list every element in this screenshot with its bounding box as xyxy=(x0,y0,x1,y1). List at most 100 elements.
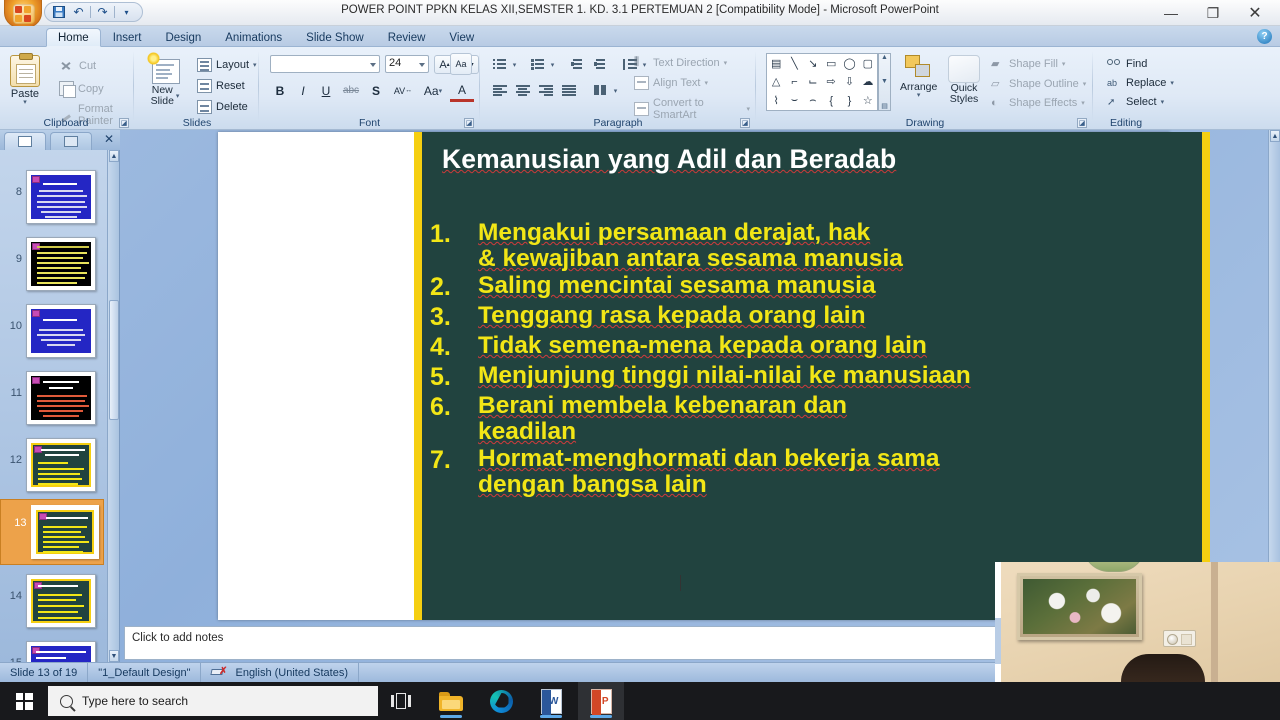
thumbnail-item[interactable]: 15 xyxy=(0,641,108,662)
bullets-button[interactable] xyxy=(489,55,510,74)
slide-canvas[interactable]: Kemanusian yang Adil dan Beradab 1. Meng… xyxy=(218,132,1210,620)
shapes-gallery[interactable]: ▤ ╲ ↘ ▭ ◯ ▢ △ ⌐ ⌙ ⇨ ⇩ ☁ ⌇ ⌣ ⌢ { } ☆ xyxy=(766,53,878,111)
numbering-button[interactable] xyxy=(527,55,548,74)
paragraph-dialog-launcher[interactable]: ◪ xyxy=(740,118,750,128)
shape-freeform-icon[interactable]: ⌇ xyxy=(767,91,785,110)
shape-elbow2-icon[interactable]: ⌙ xyxy=(804,73,822,92)
thumbnail-scroll-thumb[interactable] xyxy=(109,300,119,420)
thumbnail-preview[interactable] xyxy=(26,237,96,291)
align-text-button[interactable]: Align Text ▾ xyxy=(631,75,753,91)
shape-star-icon[interactable]: ☆ xyxy=(859,91,877,110)
slides-tab[interactable] xyxy=(4,132,46,150)
thumbnail-item-selected[interactable]: 13 xyxy=(0,499,104,565)
tab-design[interactable]: Design xyxy=(153,28,213,47)
new-slide-button[interactable]: New Slide ▾ xyxy=(147,52,182,107)
layout-button[interactable]: Layout ▾ xyxy=(194,57,260,73)
outline-tab[interactable] xyxy=(50,132,92,150)
shape-left-brace-icon[interactable]: { xyxy=(822,91,840,110)
thumbnail-item[interactable]: 11 xyxy=(0,371,108,425)
shape-elbow-icon[interactable]: ⌐ xyxy=(785,73,803,92)
tab-home[interactable]: Home xyxy=(46,28,101,47)
columns-button[interactable] xyxy=(590,81,611,100)
thumbnail-scroll-down-icon[interactable]: ▼ xyxy=(109,650,119,662)
shape-rounded-rect-icon[interactable]: ▢ xyxy=(859,54,877,73)
shape-rectangle-icon[interactable]: ▭ xyxy=(822,54,840,73)
shape-triangle-icon[interactable]: △ xyxy=(767,73,785,92)
drawing-dialog-launcher[interactable]: ◪ xyxy=(1077,118,1087,128)
copy-button[interactable]: Copy xyxy=(56,80,132,98)
tab-review[interactable]: Review xyxy=(376,28,438,47)
slide-counter[interactable]: Slide 13 of 19 xyxy=(0,662,89,683)
slide-content[interactable]: Kemanusian yang Adil dan Beradab 1. Meng… xyxy=(422,132,1202,620)
text-shadow-button[interactable]: S xyxy=(366,81,386,100)
tab-animations[interactable]: Animations xyxy=(213,28,294,47)
clipboard-dialog-launcher[interactable]: ◪ xyxy=(119,118,129,128)
powerpoint-button[interactable]: P xyxy=(578,682,624,720)
cut-button[interactable]: Cut xyxy=(56,57,132,75)
strikethrough-button[interactable]: abc xyxy=(339,81,363,100)
list-item[interactable]: 4. Tidak semena-mena kepada orang lain xyxy=(426,332,1196,362)
list-item[interactable]: 6. Berani membela kebenaran dan keadilan xyxy=(426,392,1196,445)
shapes-gallery-scrollbar[interactable]: ▲ ▼ ▤ xyxy=(878,53,891,111)
font-color-button[interactable]: A xyxy=(450,81,474,102)
shape-right-brace-icon[interactable]: } xyxy=(840,91,858,110)
reset-button[interactable]: Reset xyxy=(194,78,260,94)
thumbnail-item[interactable]: 8 xyxy=(0,170,108,224)
bullets-dropdown-icon[interactable]: ▾ xyxy=(510,55,519,74)
slide-scroll-up-icon[interactable]: ▲ xyxy=(1270,130,1280,142)
shape-right-arrow-icon[interactable]: ⇨ xyxy=(822,73,840,92)
tab-insert[interactable]: Insert xyxy=(101,28,154,47)
list-item[interactable]: 2. Saling mencintai sesama manusia xyxy=(426,272,1196,302)
minimize-button[interactable]: — xyxy=(1150,1,1192,25)
align-left-button[interactable] xyxy=(489,81,510,100)
font-size-input[interactable]: 24 xyxy=(385,55,429,73)
justify-button[interactable] xyxy=(558,81,579,100)
help-icon[interactable]: ? xyxy=(1257,29,1272,44)
layout-dropdown-icon[interactable]: ▾ xyxy=(253,61,257,69)
new-slide-dropdown-icon[interactable]: ▾ xyxy=(176,92,180,100)
word-button[interactable]: W xyxy=(528,682,574,720)
thumbnail-preview[interactable] xyxy=(26,574,96,628)
shape-textbox-icon[interactable]: ▤ xyxy=(767,54,785,73)
clear-formatting-button[interactable]: Aa xyxy=(450,53,472,75)
shape-outline-button[interactable]: ▱ Shape Outline ▾ xyxy=(988,76,1089,91)
shape-fill-button[interactable]: ▰ Shape Fill ▾ xyxy=(988,56,1089,71)
thumbnail-preview[interactable] xyxy=(26,371,96,425)
italic-button[interactable]: I xyxy=(293,81,313,100)
slide-bullet-list[interactable]: 1. Mengakui persamaan derajat, hak & kew… xyxy=(426,220,1196,499)
design-name[interactable]: "1_Default Design" xyxy=(88,662,202,683)
paste-dropdown-icon[interactable]: ▾ xyxy=(23,99,27,106)
list-item[interactable]: 5. Menjunjung tinggi nilai-nilai ke manu… xyxy=(426,362,1196,392)
shape-arc-icon[interactable]: ⌣ xyxy=(785,91,803,110)
thumbnail-item[interactable]: 12 xyxy=(0,438,108,492)
shapes-scroll-down-icon[interactable]: ▼ xyxy=(881,78,888,85)
thumbnail-preview[interactable] xyxy=(30,505,99,559)
thumbnail-item[interactable]: 10 xyxy=(0,304,108,358)
restore-button[interactable]: ❐ xyxy=(1192,1,1234,25)
search-input[interactable]: Type here to search xyxy=(48,686,378,716)
shape-curve-icon[interactable]: ⌢ xyxy=(804,91,822,110)
select-button[interactable]: ➚ Select ▾ xyxy=(1104,95,1177,109)
arrange-dropdown-icon[interactable]: ▾ xyxy=(917,92,921,99)
thumbnail-item[interactable]: 9 xyxy=(0,237,108,291)
delete-button[interactable]: Delete xyxy=(194,99,260,115)
thumbnail-scroll-up-icon[interactable]: ▲ xyxy=(109,150,119,162)
shape-effects-button[interactable]: ◐ Shape Effects ▾ xyxy=(988,96,1089,110)
list-item[interactable]: 7. Hormat-menghormati dan bekerja sama d… xyxy=(426,445,1196,498)
tab-view[interactable]: View xyxy=(437,28,486,47)
font-dialog-launcher[interactable]: ◪ xyxy=(464,118,474,128)
align-center-button[interactable] xyxy=(512,81,533,100)
close-pane-icon[interactable]: ✕ xyxy=(104,132,114,146)
shape-arrow-icon[interactable]: ↘ xyxy=(804,54,822,73)
close-button[interactable]: ✕ xyxy=(1234,1,1276,25)
shape-oval-icon[interactable]: ◯ xyxy=(840,54,858,73)
slide-scrollbar[interactable]: ▲ ▼ xyxy=(1268,130,1280,622)
thumbnail-scrollbar[interactable]: ▲ ▼ xyxy=(107,150,119,662)
align-right-button[interactable] xyxy=(535,81,556,100)
text-direction-button[interactable]: ⫼ Text Direction ▾ xyxy=(631,55,753,70)
slide-title[interactable]: Kemanusian yang Adil dan Beradab xyxy=(442,144,1182,175)
find-button[interactable]: Find xyxy=(1104,56,1177,71)
underline-button[interactable]: U xyxy=(316,81,336,100)
bold-button[interactable]: B xyxy=(270,81,290,100)
task-view-button[interactable] xyxy=(378,682,424,720)
